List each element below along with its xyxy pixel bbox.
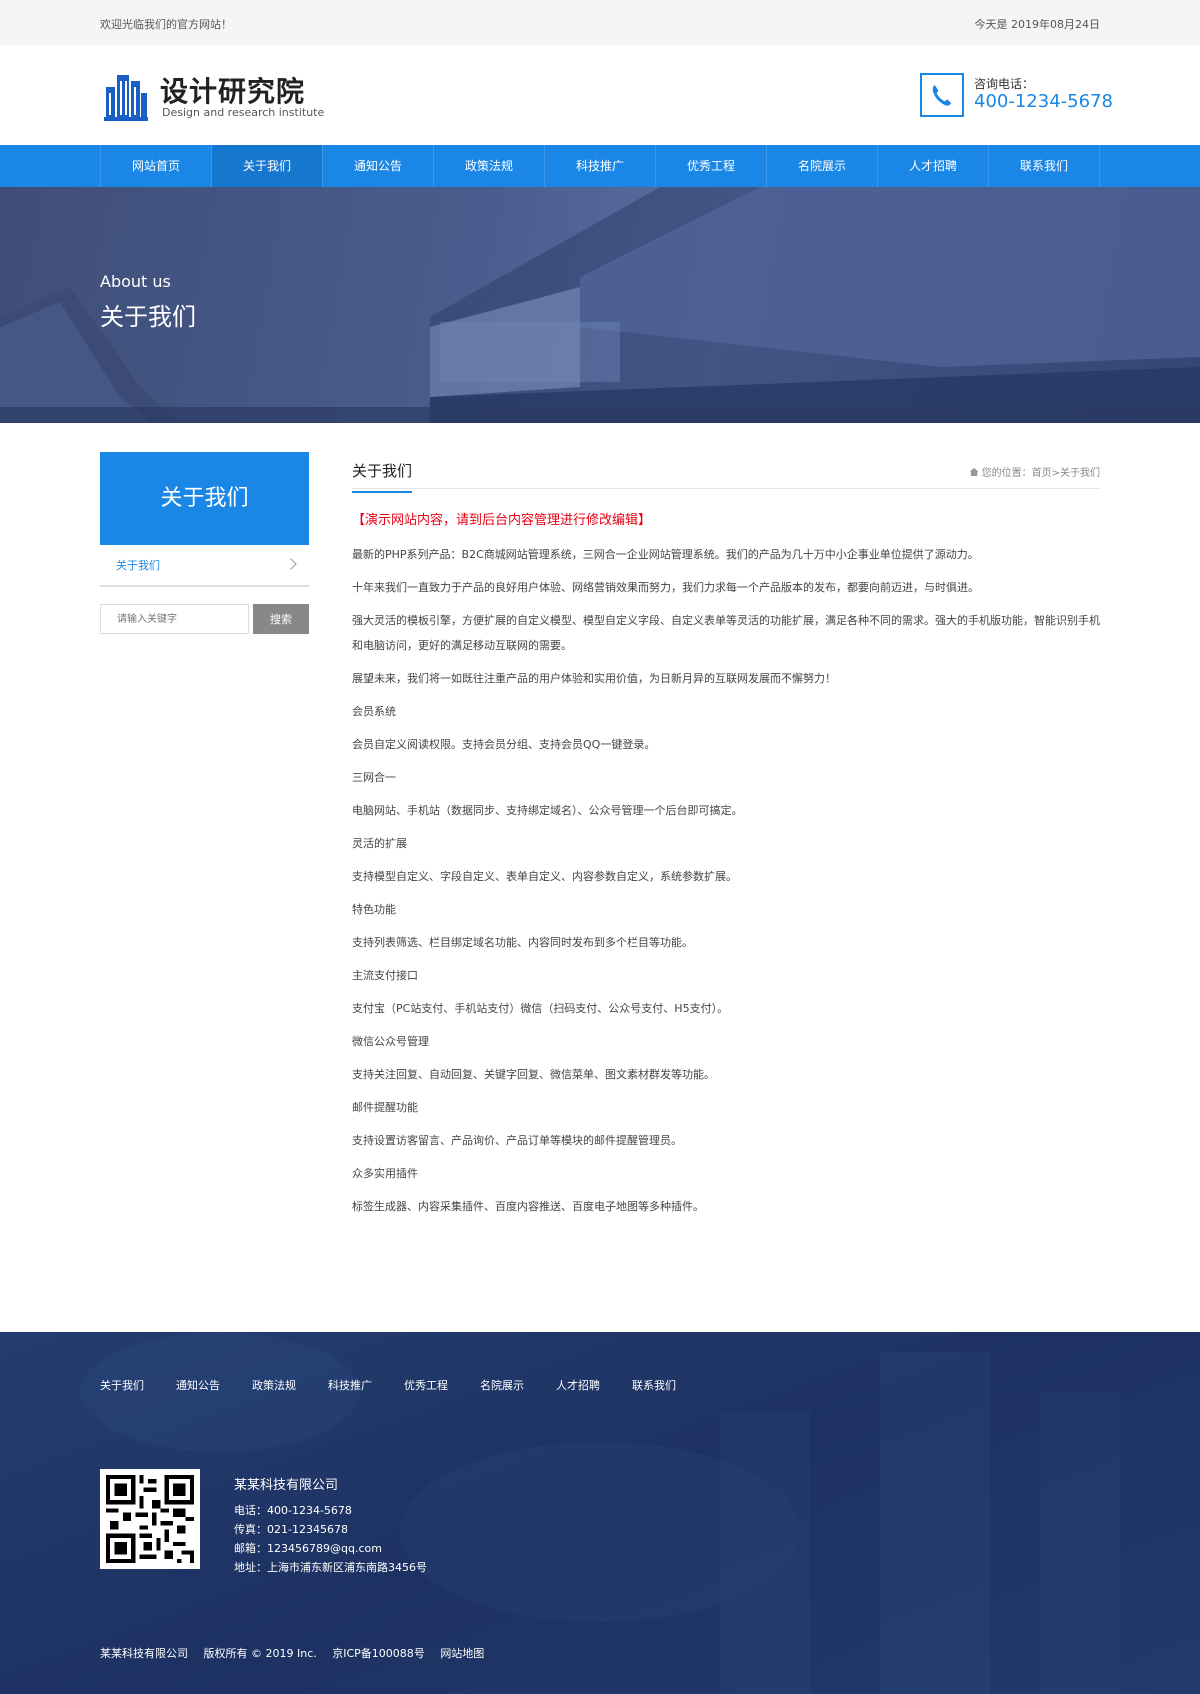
search-input[interactable] <box>100 604 249 634</box>
hotline: 咨询电话： 400-1234-5678 <box>920 73 1113 117</box>
company-tel: 电话：400-1234-5678 <box>234 1504 352 1517</box>
sitemap-link[interactable]: 网站地图 <box>440 1647 484 1660</box>
sidebar-item-label: 关于我们 <box>116 559 160 572</box>
footer: 关于我们 通知公告 政策法规 科技推广 优秀工程 名院展示 人才招聘 联系我们 某某科技有限公… <box>0 1332 1200 1694</box>
logo[interactable]: 设计研究院 Design and research institute <box>100 70 340 121</box>
company-info: 某某科技有限公司 电话：400-1234-5678 传真：021-1234567… <box>234 1474 427 1577</box>
banner-en-title: About us <box>100 272 171 291</box>
sidebar: 关于我们 关于我们 搜索 <box>100 452 309 634</box>
sidebar-item-about[interactable]: 关于我们 <box>100 545 309 587</box>
article-paragraph: 支持模型自定义、字段自定义、表单自定义、内容参数自定义，系统参数扩展。 <box>352 870 737 883</box>
company-fax: 传真：021-12345678 <box>234 1523 348 1536</box>
banner-cn-title: 关于我们 <box>100 303 196 331</box>
article-paragraph: 电脑网站、手机站（数据同步、支持绑定域名）、公众号管理一个后台即可搞定。 <box>352 804 743 817</box>
home-icon <box>969 468 979 476</box>
company-name: 某某科技有限公司 <box>234 1478 339 1493</box>
search-button[interactable]: 搜索 <box>253 604 309 634</box>
nav-item-3[interactable]: 政策法规 <box>434 145 545 187</box>
article-paragraph: 众多实用插件 <box>352 1167 418 1180</box>
article-paragraph: 会员系统 <box>352 705 396 718</box>
footer-link-0[interactable]: 关于我们 <box>100 1377 144 1393</box>
article-paragraph: 展望未来，我们将一如既往注重产品的用户体验和实用价值，为日新月异的互联网发展而不… <box>352 672 836 685</box>
footer-link-7[interactable]: 联系我们 <box>632 1377 676 1393</box>
article-paragraph: 微信公众号管理 <box>352 1035 429 1048</box>
nav-item-0[interactable]: 网站首页 <box>101 145 212 187</box>
company-address: 地址：上海市浦东新区浦东南路3456号 <box>234 1561 427 1574</box>
article-paragraph: 十年来我们一直致力于产品的良好用户体验、网络营销效果而努力，我们力求每一个产品版… <box>352 581 979 594</box>
date-text: 今天是 2019年08月24日 <box>974 18 1101 31</box>
nav-item-1[interactable]: 关于我们 <box>212 145 323 187</box>
welcome-text: 欢迎光临我们的官方网站！ <box>100 18 232 31</box>
nav-item-5[interactable]: 优秀工程 <box>656 145 767 187</box>
nav-item-8[interactable]: 联系我们 <box>989 145 1100 187</box>
nav-item-4[interactable]: 科技推广 <box>545 145 656 187</box>
footer-link-2[interactable]: 政策法规 <box>252 1377 296 1393</box>
sidebar-title: 关于我们 <box>100 452 309 545</box>
phone-icon <box>920 73 964 117</box>
footer-link-5[interactable]: 名院展示 <box>480 1377 524 1393</box>
nav-item-6[interactable]: 名院展示 <box>767 145 878 187</box>
article-paragraph: 三网合一 <box>352 771 396 784</box>
demo-notice: 【演示网站内容，请到后台内容管理进行修改编辑】 <box>352 513 652 528</box>
footer-link-3[interactable]: 科技推广 <box>328 1377 372 1393</box>
article-paragraph: 最新的PHP系列产品：B2C商城网站管理系统，三网合一企业网站管理系统。我们的产… <box>352 548 979 561</box>
article-paragraph: 主流支付接口 <box>352 969 418 982</box>
article-paragraph: 支持关注回复、自动回复、关键字回复、微信菜单、图文素材群发等功能。 <box>352 1068 715 1081</box>
article-body: 【演示网站内容，请到后台内容管理进行修改编辑】 最新的PHP系列产品：B2C商城… <box>352 509 1100 1227</box>
building-logo-icon <box>104 75 148 121</box>
top-bar: 欢迎光临我们的官方网站！ 今天是 2019年08月24日 <box>0 0 1200 45</box>
logo-subtitle: Design and research institute <box>162 106 325 119</box>
header: 设计研究院 Design and research institute 咨询电话… <box>0 45 1200 145</box>
nav-item-2[interactable]: 通知公告 <box>323 145 434 187</box>
qr-code <box>100 1469 200 1569</box>
main-content: 关于我们 您的位置：首页>关于我们 【演示网站内容，请到后台内容管理进行修改编辑… <box>352 452 1100 1213</box>
article-paragraph: 支持列表筛选、栏目绑定域名功能、内容同时发布到多个栏目等功能。 <box>352 936 693 949</box>
copyright-company: 某某科技有限公司 <box>100 1647 188 1660</box>
icp-link[interactable]: 京ICP备100088号 <box>332 1647 425 1660</box>
breadcrumb-home-link[interactable]: 首页 <box>1032 468 1052 479</box>
copyright: 某某科技有限公司 版权所有 © 2019 Inc. 京ICP备100088号 网… <box>100 1645 484 1661</box>
breadcrumb-prefix: 您的位置： <box>981 468 1032 479</box>
footer-links: 关于我们 通知公告 政策法规 科技推广 优秀工程 名院展示 人才招聘 联系我们 <box>100 1377 708 1393</box>
article-paragraph: 标签生成器、内容采集插件、百度内容推送、百度电子地图等多种插件。 <box>352 1200 704 1213</box>
company-email: 邮箱：123456789@qq.com <box>234 1542 382 1555</box>
hotline-number: 400-1234-5678 <box>974 91 1113 112</box>
footer-link-6[interactable]: 人才招聘 <box>556 1377 600 1393</box>
nav-item-7[interactable]: 人才招聘 <box>878 145 989 187</box>
copyright-rights: 版权所有 © 2019 Inc. <box>203 1647 317 1660</box>
breadcrumb: 您的位置：首页>关于我们 <box>969 464 1100 479</box>
breadcrumb-current: 关于我们 <box>1060 468 1100 479</box>
main-nav: 网站首页 关于我们 通知公告 政策法规 科技推广 优秀工程 名院展示 人才招聘 联系我们 <box>0 145 1200 187</box>
search-form: 搜索 <box>100 604 309 634</box>
article-paragraph: 会员自定义阅读权限。支持会员分组、支持会员QQ一键登录。 <box>352 738 656 751</box>
article-paragraph: 支持设置访客留言、产品询价、产品订单等模块的邮件提醒管理员。 <box>352 1134 682 1147</box>
article-paragraph: 支付宝（PC站支付、手机站支付）微信（扫码支付、公众号支付、H5支付）。 <box>352 1002 729 1015</box>
breadcrumb-separator: > <box>1051 468 1060 479</box>
article-paragraph: 灵活的扩展 <box>352 837 407 850</box>
footer-link-4[interactable]: 优秀工程 <box>404 1377 448 1393</box>
page-banner: About us 关于我们 <box>0 187 1200 423</box>
article-paragraph: 特色功能 <box>352 903 396 916</box>
article-paragraph: 邮件提醒功能 <box>352 1101 418 1114</box>
article-paragraph: 强大灵活的模板引擎，方便扩展的自定义模型、模型自定义字段、自定义表单等灵活的功能… <box>352 614 1100 652</box>
logo-title: 设计研究院 <box>160 75 306 108</box>
hotline-label: 咨询电话： <box>974 77 1035 91</box>
qr-code-icon <box>106 1475 194 1563</box>
content-header: 关于我们 您的位置：首页>关于我们 <box>352 452 1100 493</box>
chevron-right-icon <box>285 558 297 570</box>
page-title: 关于我们 <box>352 460 413 493</box>
footer-link-1[interactable]: 通知公告 <box>176 1377 220 1393</box>
